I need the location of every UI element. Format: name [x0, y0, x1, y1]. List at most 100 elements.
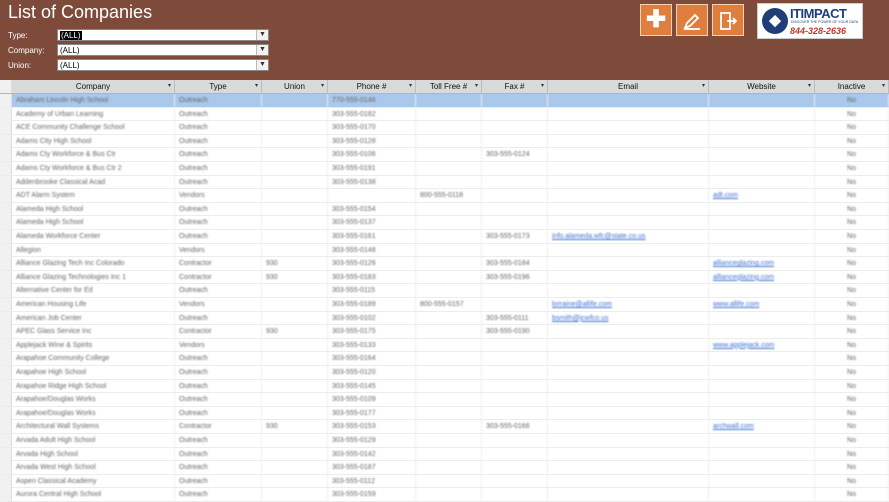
cell-fax[interactable]: 303-555-0196	[482, 270, 548, 284]
cell-type[interactable]: Outreach	[175, 216, 262, 230]
cell-type[interactable]: Outreach	[175, 366, 262, 379]
chevron-down-icon[interactable]: ▼	[256, 60, 268, 70]
cell-fax[interactable]: 303-555-0190	[482, 325, 548, 339]
cell-tollfree[interactable]	[416, 202, 482, 216]
cell-fax[interactable]: 303-555-0166	[482, 420, 548, 434]
cell-type[interactable]: Outreach	[175, 352, 262, 366]
cell-inactive[interactable]: No	[815, 162, 889, 175]
cell-type[interactable]: Outreach	[175, 488, 262, 502]
cell-website[interactable]: www.applejack.com	[709, 338, 815, 352]
cell-inactive[interactable]: No	[815, 270, 889, 284]
cell-company[interactable]: Alliance Glazing Tech Inc Colorado	[12, 257, 175, 271]
row-selector[interactable]	[0, 148, 12, 162]
cell-website[interactable]	[709, 284, 815, 298]
row-selector[interactable]	[0, 311, 12, 325]
cell-email[interactable]	[548, 420, 709, 434]
cell-company[interactable]: Arapahoe Ridge High School	[12, 379, 175, 393]
row-selector[interactable]	[0, 230, 12, 243]
filter-arrow-icon[interactable]: ▾	[702, 80, 705, 93]
union-filter-value[interactable]: (ALL)	[60, 61, 80, 70]
cell-company[interactable]: Aurora Central High School	[12, 488, 175, 502]
cell-union[interactable]	[262, 230, 328, 243]
cell-company[interactable]: Arapahoe High School	[12, 366, 175, 379]
cell-fax[interactable]	[482, 243, 548, 257]
cell-website[interactable]	[709, 393, 815, 407]
cell-tollfree[interactable]	[416, 94, 482, 107]
table-row[interactable]: American Housing Life Vendors 303-555-0189…	[0, 298, 889, 312]
cell-inactive[interactable]: No	[815, 189, 889, 203]
cell-website[interactable]: adt.com	[709, 189, 815, 203]
cell-company[interactable]: Arapahoe/Douglas Works	[12, 406, 175, 420]
cell-union[interactable]	[262, 311, 328, 325]
cell-email[interactable]: lorraine@allife.com	[548, 298, 709, 311]
table-row[interactable]: Arvada West High School Outreach 303-555-0…	[0, 461, 889, 475]
cell-phone[interactable]: 303-555-0164	[328, 352, 416, 366]
cell-tollfree[interactable]	[416, 148, 482, 162]
cell-inactive[interactable]: No	[815, 243, 889, 257]
cell-tollfree[interactable]	[416, 175, 482, 189]
cell-inactive[interactable]: No	[815, 148, 889, 162]
cell-phone[interactable]: 303-555-0189	[328, 298, 416, 311]
cell-website[interactable]	[709, 202, 815, 216]
add-company-button[interactable]: ✚	[640, 4, 672, 36]
company-filter-combo[interactable]: (ALL) ▼	[57, 44, 269, 56]
cell-inactive[interactable]: No	[815, 216, 889, 230]
cell-company[interactable]: ADT Alarm System	[12, 189, 175, 203]
cell-email[interactable]	[548, 379, 709, 393]
cell-union[interactable]	[262, 162, 328, 175]
cell-phone[interactable]	[328, 189, 416, 203]
cell-email[interactable]	[548, 243, 709, 257]
cell-website[interactable]	[709, 175, 815, 189]
table-row[interactable]: Arvada Adult High School Outreach 303-555-…	[0, 434, 889, 448]
cell-tollfree[interactable]	[416, 134, 482, 148]
cell-fax[interactable]	[482, 175, 548, 189]
cell-email[interactable]	[548, 257, 709, 271]
cell-email[interactable]	[548, 461, 709, 475]
cell-fax[interactable]	[482, 434, 548, 447]
cell-company[interactable]: Addenbrooke Classical Acad	[12, 175, 175, 189]
table-row[interactable]: Alameda High School Outreach 303-555-0154 N…	[0, 202, 889, 217]
cell-type[interactable]: Outreach	[175, 406, 262, 420]
cell-union[interactable]	[262, 284, 328, 298]
cell-union[interactable]	[262, 488, 328, 502]
cell-tollfree[interactable]: 800-555-0118	[416, 189, 482, 203]
cell-inactive[interactable]: No	[815, 202, 889, 216]
table-row[interactable]: Alternative Center for Ed Outreach 303-555…	[0, 284, 889, 298]
row-selector[interactable]	[0, 284, 12, 298]
row-selector[interactable]	[0, 461, 12, 475]
cell-company[interactable]: Arapahoe/Douglas Works	[12, 393, 175, 407]
cell-phone[interactable]: 303-555-0115	[328, 284, 416, 298]
table-row[interactable]: Allegion Vendors 303-555-0148 No	[0, 243, 889, 258]
cell-phone[interactable]: 303-555-0128	[328, 134, 416, 148]
cell-phone[interactable]: 303-555-0120	[328, 366, 416, 379]
union-filter-combo[interactable]: (ALL) ▼	[57, 59, 269, 71]
cell-website[interactable]	[709, 447, 815, 461]
cell-phone[interactable]: 303-555-0191	[328, 162, 416, 175]
table-row[interactable]: Abraham Lincoln High School Outreach 770-5…	[0, 94, 889, 108]
cell-company[interactable]: Architectural Wall Systems	[12, 420, 175, 434]
cell-inactive[interactable]: No	[815, 434, 889, 447]
select-all-cell[interactable]	[0, 80, 12, 93]
row-selector[interactable]	[0, 134, 12, 148]
cell-website[interactable]	[709, 230, 815, 243]
cell-union[interactable]	[262, 474, 328, 488]
cell-inactive[interactable]: No	[815, 298, 889, 311]
cell-website[interactable]	[709, 311, 815, 325]
column-header-tollfree[interactable]: Toll Free # ▾	[416, 80, 482, 93]
cell-email[interactable]	[548, 216, 709, 230]
cell-fax[interactable]	[482, 352, 548, 366]
filter-arrow-icon[interactable]: ▾	[475, 80, 478, 93]
cell-company[interactable]: APEC Glass Service Inc	[12, 325, 175, 339]
cell-union[interactable]	[262, 461, 328, 475]
cell-inactive[interactable]: No	[815, 393, 889, 407]
cell-website[interactable]	[709, 474, 815, 488]
cell-company[interactable]: Arapahoe Community College	[12, 352, 175, 366]
cell-inactive[interactable]: No	[815, 366, 889, 379]
cell-inactive[interactable]: No	[815, 121, 889, 135]
cell-phone[interactable]: 303-555-0177	[328, 406, 416, 420]
cell-tollfree[interactable]	[416, 257, 482, 271]
cell-inactive[interactable]: No	[815, 230, 889, 243]
cell-inactive[interactable]: No	[815, 461, 889, 475]
cell-fax[interactable]	[482, 162, 548, 175]
cell-tollfree[interactable]	[416, 474, 482, 488]
